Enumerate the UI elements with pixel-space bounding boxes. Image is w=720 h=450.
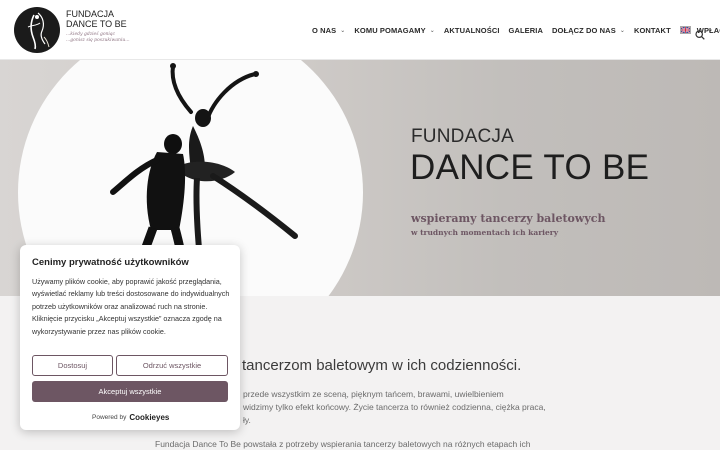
cookie-consent-banner: Cenimy prywatność użytkowników Używamy p…	[20, 245, 240, 430]
paragraph-line: widzimy tylko efekt końcowy. Życie tance…	[243, 402, 546, 412]
nav-item-o-nas[interactable]: O NAS ⌄	[312, 26, 345, 35]
nav-label: O NAS	[312, 25, 337, 35]
uk-flag-icon[interactable]	[679, 26, 691, 34]
paragraph-line: ły.	[243, 415, 251, 425]
nav-label: GALERIA	[508, 25, 543, 35]
logo-dancer-emblem	[14, 7, 60, 53]
nav-item-kontakt[interactable]: KONTAKT	[634, 26, 671, 35]
logo-text: FUNDACJA DANCE TO BE	[66, 9, 127, 29]
nav-label: DOŁĄCZ DO NAS	[552, 25, 616, 35]
site-logo[interactable]: FUNDACJA DANCE TO BE ...kiedy gdzieś gon…	[14, 6, 134, 54]
powered-by-label: Powered by	[92, 414, 127, 421]
logo-line2: DANCE TO BE	[66, 19, 127, 29]
cookie-description: Używamy plików cookie, aby poprawić jako…	[32, 277, 230, 336]
hero-tagline: wspieramy tancerzy baletowych	[411, 212, 606, 225]
nav-item-galeria[interactable]: GALERIA	[509, 26, 543, 35]
accept-all-button[interactable]: Akceptuj wszystkie	[32, 381, 228, 402]
nav-item-dolacz-do-nas[interactable]: DOŁĄCZ DO NAS ⌄	[552, 26, 625, 35]
paragraph-line: przede wszystkim ze sceną, pięknym tańce…	[243, 389, 504, 399]
nav-item-komu-pomagamy[interactable]: KOMU POMAGAMY ⌄	[354, 26, 434, 35]
chevron-down-icon: ⌄	[429, 27, 435, 34]
logo-line1: FUNDACJA	[66, 9, 115, 19]
hero-title-big: DANCE TO BE	[410, 148, 650, 187]
site-header: FUNDACJA DANCE TO BE ...kiedy gdzieś gon…	[0, 0, 720, 60]
nav-label: KOMU POMAGAMY	[354, 25, 426, 35]
logo-sub2: ...gonisz się poszukiwaniu...	[66, 38, 130, 43]
search-icon[interactable]	[695, 25, 705, 40]
main-nav: O NAS ⌄ KOMU POMAGAMY ⌄ AKTUALNOŚCI GALE…	[312, 22, 720, 38]
reject-all-button[interactable]: Odrzuć wszystkie	[116, 355, 228, 376]
powered-by: Powered by Cookieyes	[92, 413, 169, 422]
nav-item-aktualnosci[interactable]: AKTUALNOŚCI	[444, 26, 500, 35]
cookieyes-logo[interactable]: Cookieyes	[129, 413, 169, 422]
logo-subtitle: ...kiedy gdzieś goniąc ...gonisz się pos…	[66, 32, 136, 44]
customize-button[interactable]: Dostosuj	[32, 355, 113, 376]
nav-label: AKTUALNOŚCI	[443, 25, 500, 35]
nav-label: KONTAKT	[633, 25, 671, 35]
hero-tagline-sub: w trudnych momentach ich kariery	[411, 228, 559, 237]
chevron-down-icon: ⌄	[340, 27, 346, 34]
hero-title-small: FUNDACJA	[411, 126, 514, 147]
section-heading: tancerzom baletowym w ich codzienności.	[242, 357, 522, 374]
cookie-title: Cenimy prywatność użytkowników	[32, 257, 189, 268]
paragraph-line: Fundacja Dance To Be powstała z potrzeby…	[155, 439, 531, 449]
chevron-down-icon: ⌄	[619, 27, 625, 34]
